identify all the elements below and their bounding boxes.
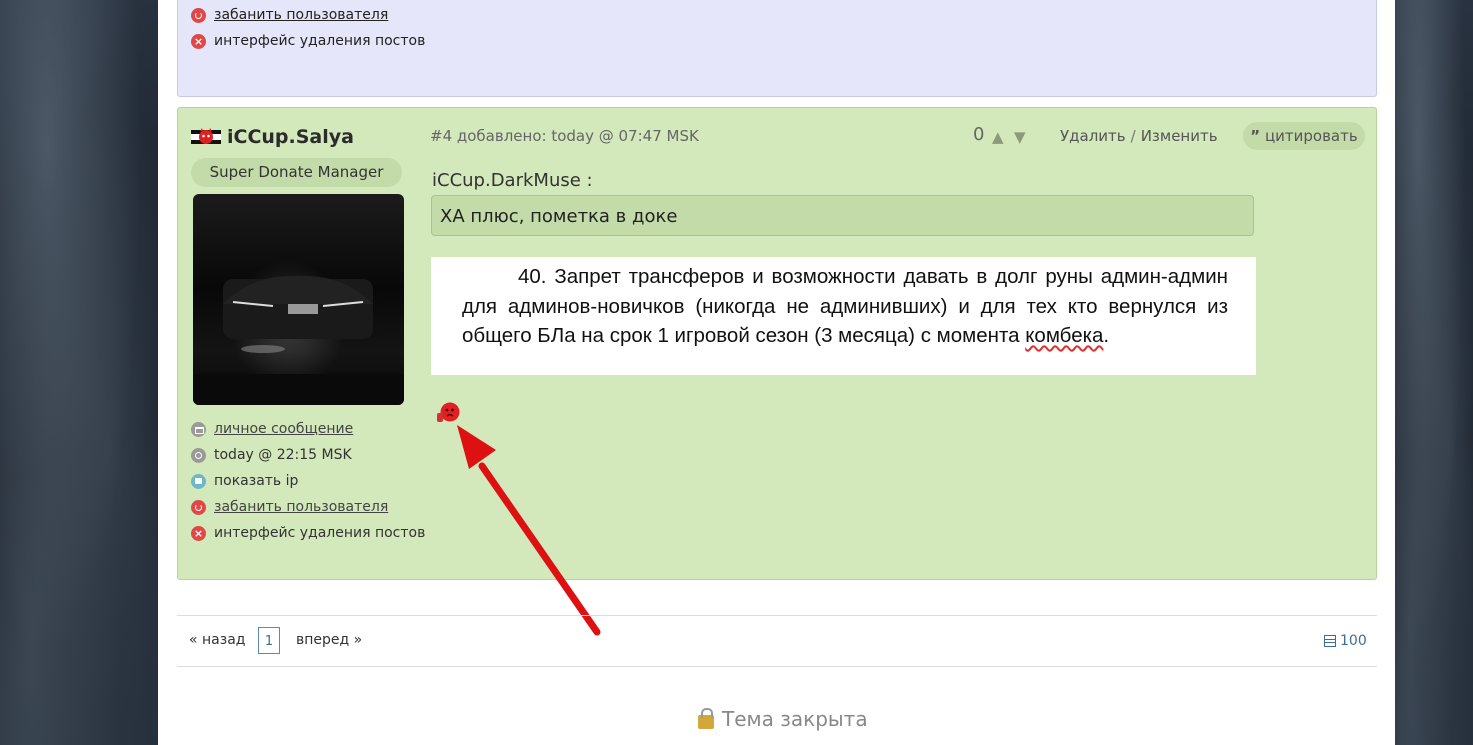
post: iCCup.Salya Super Donate Manager личное … [177, 107, 1377, 580]
topic-closed-notice: Тема закрыта [698, 707, 868, 731]
delete-post-link[interactable]: Удалить [1060, 127, 1126, 145]
pagination-divider-top [177, 615, 1377, 616]
delete-posts-interface-link[interactable]: × интерфейс удаления постов [191, 525, 425, 541]
forum-page: забанить пользователя × интерфейс удален… [158, 0, 1395, 745]
ban-icon [191, 7, 206, 23]
ban-user-link[interactable]: забанить пользователя [191, 7, 388, 23]
next-page-link[interactable]: вперед » [296, 632, 362, 648]
table-icon [1324, 635, 1336, 647]
thumb-down-icon[interactable]: ▼ [1014, 128, 1026, 146]
ban-user-link[interactable]: забанить пользователя [191, 499, 388, 515]
last-seen: today @ 22:15 MSK [191, 447, 352, 463]
user-flag-icon [191, 128, 221, 144]
post-actions: Удалить / Изменить [1060, 127, 1218, 145]
prev-page-link[interactable]: « назад [189, 632, 245, 648]
quote-author: iCCup.DarkMuse : [432, 170, 593, 191]
previous-post: забанить пользователя × интерфейс удален… [177, 0, 1377, 97]
delete-icon: × [191, 525, 206, 541]
delete-icon: × [191, 33, 206, 49]
mail-icon [191, 421, 206, 437]
quote-button[interactable]: ” цитировать [1243, 122, 1365, 150]
post-score: 0 [973, 124, 985, 145]
monitor-icon [191, 473, 206, 489]
private-message-link[interactable]: личное сообщение [191, 421, 353, 437]
role-badge: Super Donate Manager [191, 158, 402, 187]
post-meta: #4 добавлено: today @ 07:47 MSK [430, 127, 699, 145]
delete-posts-interface-link[interactable]: × интерфейс удаления постов [191, 33, 425, 49]
author-name[interactable]: iCCup.Salya [227, 126, 354, 148]
lock-icon [698, 707, 714, 729]
current-page-number[interactable]: 1 [258, 627, 280, 654]
thumb-up-icon[interactable]: ▲ [992, 128, 1004, 146]
avatar [193, 194, 404, 405]
document-screenshot: 40. Запрет трансферов и возможности дава… [431, 257, 1256, 375]
clock-icon [191, 447, 206, 463]
document-text: 40. Запрет трансферов и возможности дава… [462, 265, 1228, 347]
background-left [0, 0, 158, 745]
show-ip-link[interactable]: показать ip [191, 473, 298, 489]
actions-separator: / [1130, 127, 1136, 145]
ban-icon [191, 499, 206, 515]
pagination-divider-bottom [177, 666, 1377, 667]
angry-smiley-icon [437, 402, 460, 422]
quote-icon: ” [1250, 127, 1261, 145]
posts-per-page[interactable]: 100 [1324, 633, 1367, 649]
edit-post-link[interactable]: Изменить [1141, 127, 1218, 145]
background-right [1395, 0, 1473, 745]
quote-box: ХА плюс, пометка в доке [431, 195, 1254, 236]
